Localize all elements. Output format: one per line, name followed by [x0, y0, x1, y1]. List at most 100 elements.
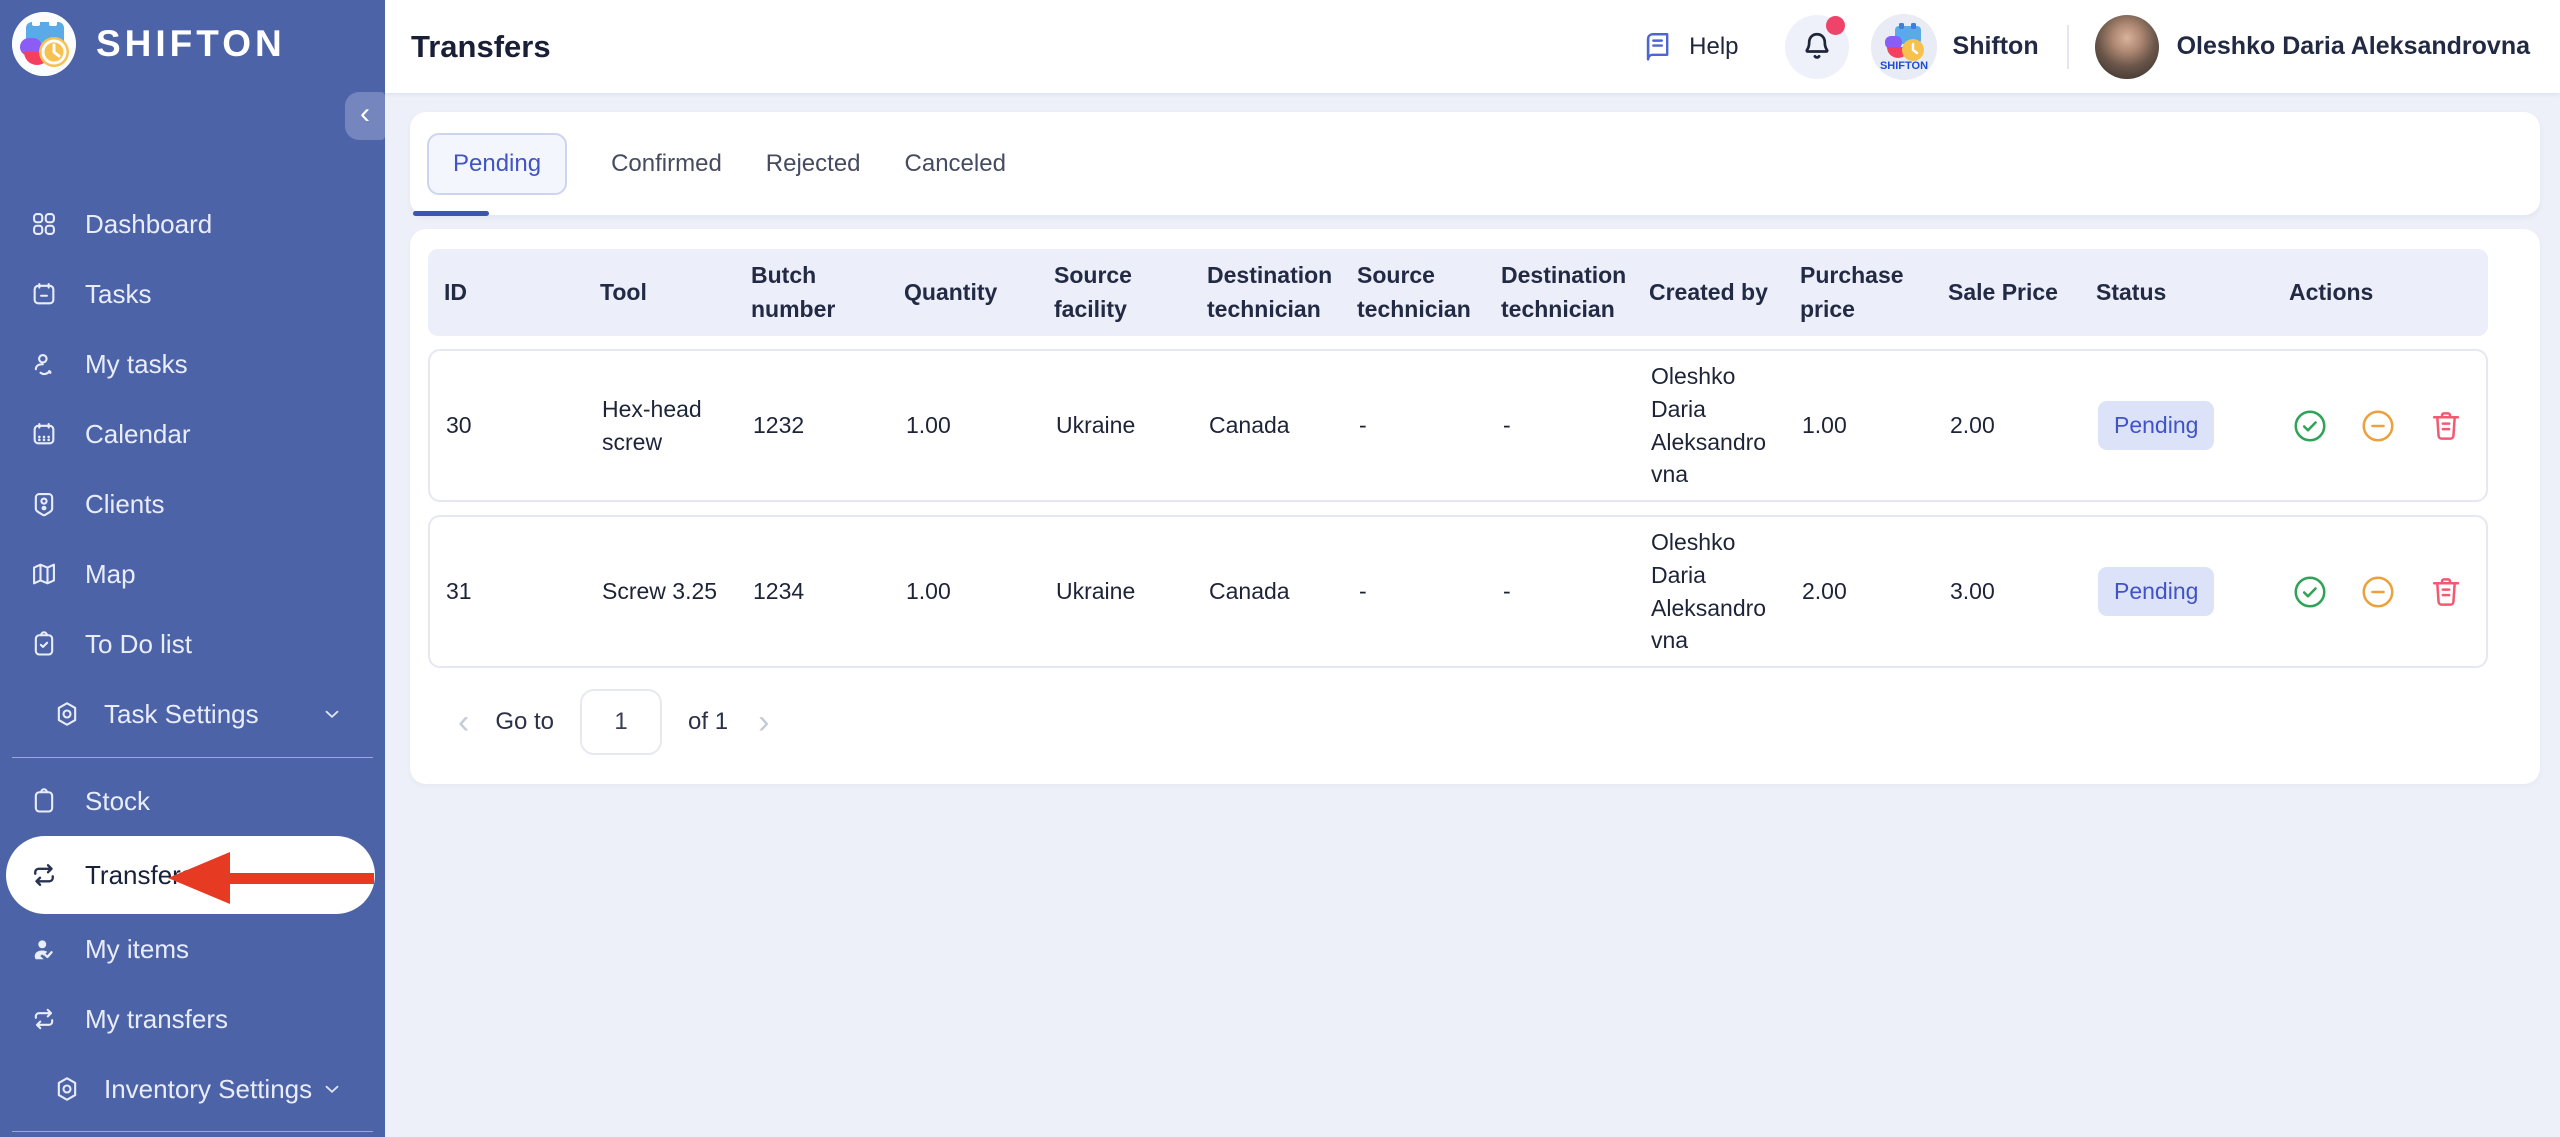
page-number-input[interactable] [580, 689, 662, 755]
cell-actions [2275, 407, 2486, 445]
cell-source-facility: Ukraine [1040, 409, 1193, 442]
sidebar-collapse-button[interactable]: ‹ [345, 92, 385, 140]
delete-transfer-button[interactable] [2427, 573, 2465, 611]
cell-purchase-price: 1.00 [1786, 409, 1934, 442]
sidebar-item-stock[interactable]: Stock [0, 766, 385, 836]
column-header: Sale Price [1932, 276, 2080, 309]
sidebar-item-label: Calendar [85, 419, 191, 450]
sidebar-item-my-transfers[interactable]: My transfers [0, 984, 385, 1054]
help-button[interactable]: Help [1641, 30, 1738, 64]
tab-pending[interactable]: Pending [427, 133, 567, 195]
column-header: Destination technician [1485, 259, 1633, 326]
cell-destination-technician: Canada [1193, 409, 1343, 442]
svg-text:SHIFTON: SHIFTON [1879, 60, 1927, 72]
sidebar-item-dashboard[interactable]: Dashboard [0, 189, 385, 259]
header-divider [2067, 25, 2069, 69]
cell-created-by: Oleshko Daria Aleksandrovna [1635, 360, 1786, 491]
status-badge: Pending [2098, 567, 2214, 616]
cell-source-technician: - [1343, 409, 1487, 442]
sidebar-item-label: My tasks [85, 349, 188, 380]
cell-status: Pending [2082, 401, 2275, 450]
sidebar-item-label: My transfers [85, 1004, 228, 1035]
cell-sale-price: 2.00 [1934, 409, 2082, 442]
clients-icon [29, 489, 59, 519]
column-header: Quantity [888, 276, 1038, 309]
user-menu[interactable]: Oleshko Daria Aleksandrovna [2095, 15, 2530, 79]
stock-icon [29, 786, 59, 816]
sidebar-item-calendar[interactable]: Calendar [0, 399, 385, 469]
cell-tool: Screw 3.25 [586, 575, 737, 608]
status-badge: Pending [2098, 401, 2214, 450]
column-header: Purchase price [1784, 259, 1932, 326]
column-header: Actions [2273, 276, 2488, 309]
approve-transfer-button[interactable] [2291, 573, 2329, 611]
cell-id: 31 [430, 575, 586, 608]
sidebar-item-label: Dashboard [85, 209, 212, 240]
sidebar-item-map[interactable]: Map [0, 539, 385, 609]
pagination-prev-icon[interactable]: ‹ [458, 705, 469, 739]
column-header: Source technician [1341, 259, 1485, 326]
cell-purchase-price: 2.00 [1786, 575, 1934, 608]
bell-icon [1799, 29, 1835, 65]
pagination-next-icon[interactable]: › [758, 705, 769, 739]
chevron-down-icon [321, 1078, 343, 1100]
page-title: Transfers [411, 29, 551, 65]
sidebar-item-tasks[interactable]: Tasks [0, 259, 385, 329]
cell-status: Pending [2082, 567, 2275, 616]
user-avatar [2095, 15, 2159, 79]
sidebar-item-task-settings[interactable]: Task Settings [0, 679, 385, 749]
pagination-of-label: of 1 [688, 708, 728, 736]
notifications-button[interactable] [1785, 15, 1849, 79]
brand-logo-icon [12, 12, 76, 76]
sidebar-nav: Dashboard Tasks My tasks Calendar Client… [0, 189, 385, 1124]
cell-sale-price: 3.00 [1934, 575, 2082, 608]
delete-transfer-button[interactable] [2427, 407, 2465, 445]
cell-destination-technician-2: - [1487, 575, 1635, 608]
brand[interactable]: SHIFTON [0, 0, 385, 76]
sidebar-item-inventory-settings[interactable]: Inventory Settings [0, 1054, 385, 1124]
cell-quantity: 1.00 [890, 409, 1040, 442]
sidebar-item-label: Map [85, 559, 136, 590]
column-header: Created by [1633, 276, 1784, 309]
transfers-table-card: IDToolButch numberQuantitySource facilit… [410, 229, 2540, 784]
pagination-go-to-label: Go to [495, 708, 554, 736]
pagination: ‹ Go to of 1 › [428, 668, 2488, 776]
cell-destination-technician: Canada [1193, 575, 1343, 608]
cell-created-by: Oleshko Daria Aleksandrovna [1635, 526, 1786, 657]
tab-rejected[interactable]: Rejected [766, 150, 861, 178]
sidebar-item-my-tasks[interactable]: My tasks [0, 329, 385, 399]
help-label: Help [1689, 33, 1738, 61]
sidebar-item-clients[interactable]: Clients [0, 469, 385, 539]
reject-transfer-button[interactable] [2359, 407, 2397, 445]
column-header: Destination technician [1191, 259, 1341, 326]
cell-quantity: 1.00 [890, 575, 1040, 608]
sidebar-divider [12, 757, 373, 758]
column-header: ID [428, 276, 584, 309]
sidebar-item-label: Clients [85, 489, 164, 520]
company-name: Shifton [1953, 32, 2039, 61]
sidebar-item-transfers[interactable]: Transfers [6, 836, 375, 914]
help-book-icon [1641, 30, 1675, 64]
chevron-down-icon [321, 703, 343, 725]
active-tab-underline [413, 211, 489, 216]
tabs-bar: Pending Confirmed Rejected Canceled [410, 112, 2540, 216]
sidebar-bottom-divider [12, 1131, 373, 1132]
cell-butch-number: 1232 [737, 409, 890, 442]
cell-actions [2275, 573, 2486, 611]
tab-confirmed[interactable]: Confirmed [611, 150, 722, 178]
tab-canceled[interactable]: Canceled [905, 150, 1006, 178]
cell-butch-number: 1234 [737, 575, 890, 608]
sidebar-item-label: Transfers [85, 860, 194, 891]
notification-dot [1826, 16, 1845, 35]
sidebar-item-to-do-list[interactable]: To Do list [0, 609, 385, 679]
approve-transfer-button[interactable] [2291, 407, 2329, 445]
cell-tool: Hex-head screw [586, 393, 737, 458]
company-menu[interactable]: SHIFTON Shifton [1871, 14, 2039, 80]
transfers-icon [29, 860, 59, 890]
column-header: Source facility [1038, 259, 1191, 326]
table-header-row: IDToolButch numberQuantitySource facilit… [428, 249, 2488, 336]
calendar-icon [29, 419, 59, 449]
sidebar-item-my-items[interactable]: My items [0, 914, 385, 984]
reject-transfer-button[interactable] [2359, 573, 2397, 611]
sidebar-item-label: My items [85, 934, 189, 965]
